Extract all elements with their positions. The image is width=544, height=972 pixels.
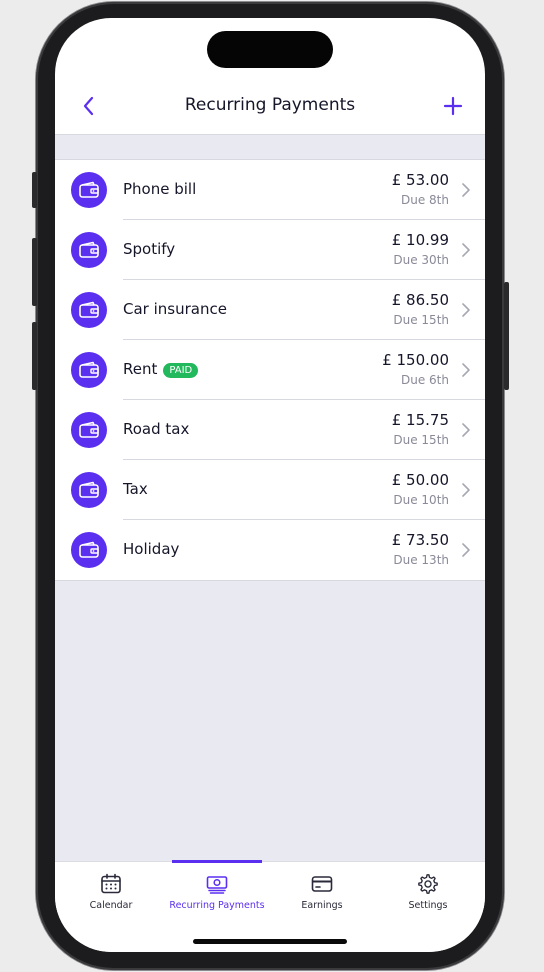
tab-icon-holder: [417, 873, 439, 895]
calendar-icon: [101, 873, 121, 894]
payment-due-date: Due 13th: [393, 553, 449, 567]
tab-earnings[interactable]: Earnings: [269, 862, 375, 922]
payment-amount: £ 53.00: [391, 171, 449, 189]
banknote-icon: [206, 876, 228, 894]
payment-row[interactable]: Rent PAID £ 150.00 Due 6th: [55, 340, 485, 400]
payment-row[interactable]: Holiday £ 73.50 Due 13th: [55, 520, 485, 580]
payment-row[interactable]: Spotify £ 10.99 Due 30th: [55, 220, 485, 280]
tab-label: Recurring Payments: [169, 900, 265, 911]
phone-power-button: [504, 282, 509, 390]
paid-badge: PAID: [163, 363, 199, 378]
payment-amount: £ 15.75: [391, 411, 449, 429]
wallet-icon: [79, 421, 99, 438]
payment-name-text: Phone bill: [123, 180, 197, 198]
payment-name: Tax: [123, 480, 148, 498]
payment-amount: £ 10.99: [391, 231, 449, 249]
wallet-icon: [79, 181, 99, 198]
app-screen: Recurring Payments Phone bill £ 53.00 Due …: [55, 18, 485, 952]
payment-due-date: Due 15th: [393, 433, 449, 447]
payment-due-date: Due 30th: [393, 253, 449, 267]
wallet-icon-badge: [71, 472, 107, 508]
tab-label: Earnings: [301, 900, 343, 911]
chevron-right-icon: [462, 363, 470, 377]
wallet-icon: [79, 241, 99, 258]
wallet-icon-badge: [71, 292, 107, 328]
home-indicator: [193, 939, 347, 944]
payment-name: Rent PAID: [123, 360, 199, 378]
payment-name: Car insurance: [123, 300, 227, 318]
tab-icon-holder: [206, 873, 228, 895]
payment-name: Spotify: [123, 240, 175, 258]
content-area: Phone bill £ 53.00 Due 8th Spotify £ 10.99 Du…: [55, 135, 485, 861]
payment-name-text: Rent: [123, 360, 158, 378]
wallet-icon-badge: [71, 532, 107, 568]
wallet-icon-badge: [71, 412, 107, 448]
payment-name: Road tax: [123, 420, 189, 438]
payment-due-date: Due 6th: [401, 373, 449, 387]
wallet-icon-badge: [71, 352, 107, 388]
chevron-right-icon: [462, 483, 470, 497]
chevron-right-icon: [462, 303, 470, 317]
payment-name-text: Holiday: [123, 540, 180, 558]
payment-due-date: Due 8th: [401, 193, 449, 207]
tab-settings[interactable]: Settings: [375, 862, 481, 922]
payment-list: Phone bill £ 53.00 Due 8th Spotify £ 10.99 Du…: [55, 159, 485, 581]
payment-amount: £ 73.50: [391, 531, 449, 549]
tab-calendar[interactable]: Calendar: [58, 862, 164, 922]
payment-due-date: Due 10th: [393, 493, 449, 507]
payment-name: Phone bill: [123, 180, 196, 198]
tab-recurring-payments[interactable]: Recurring Payments: [164, 860, 270, 922]
payment-name-text: Spotify: [123, 240, 176, 258]
credit-card-icon: [311, 876, 333, 892]
tab-icon-holder: [311, 873, 333, 895]
navigation-bar: Recurring Payments: [55, 80, 485, 135]
payment-amount: £ 50.00: [391, 471, 449, 489]
wallet-icon: [79, 481, 99, 498]
payment-amount: £ 86.50: [391, 291, 449, 309]
chevron-right-icon: [462, 243, 470, 257]
wallet-icon-badge: [71, 172, 107, 208]
phone-volume-up: [32, 238, 37, 306]
page-title: Recurring Payments: [184, 95, 356, 115]
payment-name-text: Road tax: [123, 420, 190, 438]
payment-row[interactable]: Tax £ 50.00 Due 10th: [55, 460, 485, 520]
payment-amount: £ 150.00: [382, 351, 449, 369]
payment-due-date: Due 15th: [393, 313, 449, 327]
payment-name-text: Tax: [123, 480, 148, 498]
add-payment-button[interactable]: [441, 94, 465, 118]
payment-row[interactable]: Car insurance £ 86.50 Due 15th: [55, 280, 485, 340]
plus-icon: [443, 96, 463, 116]
tab-label: Calendar: [89, 900, 133, 911]
wallet-icon-badge: [71, 232, 107, 268]
tab-label: Settings: [408, 900, 448, 911]
payment-row[interactable]: Phone bill £ 53.00 Due 8th: [55, 160, 485, 220]
tab-icon-holder: [100, 873, 122, 895]
wallet-icon: [79, 541, 99, 558]
wallet-icon: [79, 301, 99, 318]
chevron-right-icon: [462, 183, 470, 197]
wallet-icon: [79, 361, 99, 378]
payment-name: Holiday: [123, 540, 179, 558]
phone-volume-down: [32, 322, 37, 390]
phone-silent-switch: [32, 172, 37, 208]
chevron-right-icon: [462, 543, 470, 557]
dynamic-island: [207, 31, 333, 68]
gear-icon: [418, 874, 438, 894]
chevron-right-icon: [462, 423, 470, 437]
payment-name-text: Car insurance: [123, 300, 227, 318]
payment-row[interactable]: Road tax £ 15.75 Due 15th: [55, 400, 485, 460]
